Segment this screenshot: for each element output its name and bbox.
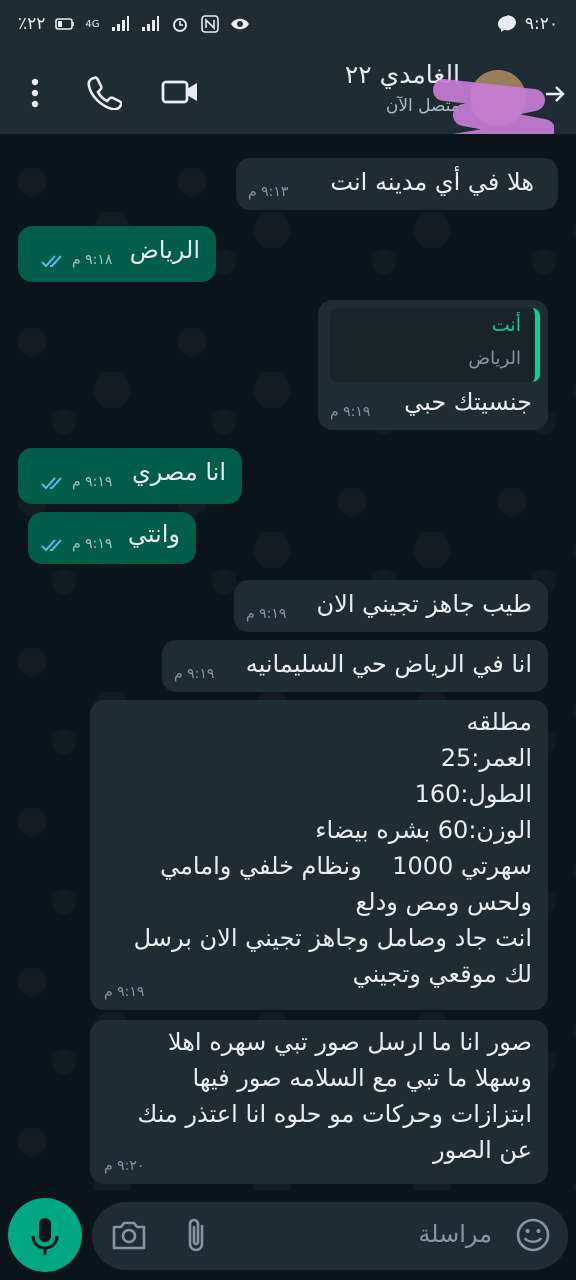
attach-icon[interactable]: [182, 1216, 212, 1256]
message-text: مطلقه العمر:25 الطول:160 الوزن:60 بشره ب…: [133, 708, 532, 988]
chat-header: الغامدي ٢٢ متصل الآن: [0, 52, 576, 180]
message-time: ٩:١٩ م: [104, 984, 145, 1000]
message-incoming[interactable]: انا في الرياض حي السليمانيه ٩:١٩ م: [162, 640, 548, 692]
message-text: صور انا ما ارسل صور تبي سهره اهلا وسهلا …: [137, 1028, 532, 1164]
status-left: ٪٢٢ 4G: [18, 14, 250, 34]
message-text: الرياض: [129, 236, 200, 264]
read-receipt-icon: [41, 477, 62, 490]
message-incoming[interactable]: صور انا ما ارسل صور تبي سهره اهلا وسهلا …: [90, 1020, 548, 1184]
battery-icon: [55, 18, 75, 30]
quoted-author: أنت: [491, 314, 521, 336]
message-text: هلا في أي مدينه انت: [330, 168, 534, 196]
more-options-icon[interactable]: [22, 74, 48, 112]
voice-call-icon[interactable]: [86, 74, 122, 110]
signal-icon: [111, 16, 129, 31]
message-text: طيب جاهز تجيني الان: [316, 590, 532, 618]
message-text: انا في الرياض حي السليمانيه: [245, 650, 532, 678]
quoted-text: الرياض: [468, 348, 521, 369]
message-time: ٩:١٩ م: [72, 536, 113, 552]
message-time: ٩:١٩ م: [330, 404, 371, 420]
camera-icon[interactable]: [110, 1218, 148, 1252]
clock: ٩:٢٠: [524, 14, 558, 34]
battery-level: ٪٢٢: [18, 14, 46, 34]
message-time: ٩:٢٠ م: [104, 1158, 145, 1174]
message-outgoing[interactable]: انا مصري ٩:١٩ م: [18, 448, 242, 504]
message-time: ٩:١٨ م: [72, 252, 113, 268]
message-input[interactable]: مراسلة: [92, 1202, 568, 1270]
nfc-icon: [200, 15, 219, 33]
read-receipt-icon: [41, 255, 62, 268]
read-receipt-icon: [41, 539, 62, 552]
message-text: وانتي: [127, 520, 180, 548]
network-type: 4G: [85, 18, 100, 30]
video-call-icon[interactable]: [160, 74, 200, 110]
alarm-icon: [172, 18, 187, 32]
status-bar: ٪٢٢ 4G ٩:٢٠: [0, 0, 576, 52]
quoted-message[interactable]: أنت الرياض: [330, 308, 540, 382]
message-incoming[interactable]: طيب جاهز تجيني الان ٩:١٩ م: [234, 580, 548, 632]
message-incoming-reply[interactable]: أنت الرياض جنسيتك حبي ٩:١٩ م: [318, 300, 548, 430]
microphone-icon: [31, 1218, 59, 1255]
message-outgoing[interactable]: وانتي ٩:١٩ م: [28, 512, 196, 564]
message-text: جنسيتك حبي: [404, 388, 532, 416]
signal-2-icon: [141, 16, 159, 31]
eye-icon: [230, 18, 249, 30]
voice-message-button[interactable]: [8, 1198, 82, 1272]
message-list[interactable]: هلا في أي مدينه انت ٩:١٣ م الرياض ٩:١٨ م…: [0, 134, 576, 1190]
message-incoming[interactable]: هلا في أي مدينه انت ٩:١٣ م: [236, 158, 558, 210]
message-outgoing[interactable]: الرياض ٩:١٨ م: [18, 226, 216, 282]
message-time: ٩:١٩ م: [72, 474, 113, 490]
message-text: انا مصري: [132, 458, 226, 486]
message-incoming[interactable]: مطلقه العمر:25 الطول:160 الوزن:60 بشره ب…: [90, 700, 548, 1010]
messenger-icon: [497, 15, 516, 33]
status-right: ٩:٢٠: [497, 14, 558, 34]
message-time: ٩:١٣ م: [248, 184, 289, 200]
message-time: ٩:١٩ م: [246, 606, 287, 622]
emoji-icon[interactable]: [514, 1216, 552, 1254]
message-time: ٩:١٩ م: [174, 666, 215, 682]
message-input-placeholder: مراسلة: [418, 1220, 492, 1248]
